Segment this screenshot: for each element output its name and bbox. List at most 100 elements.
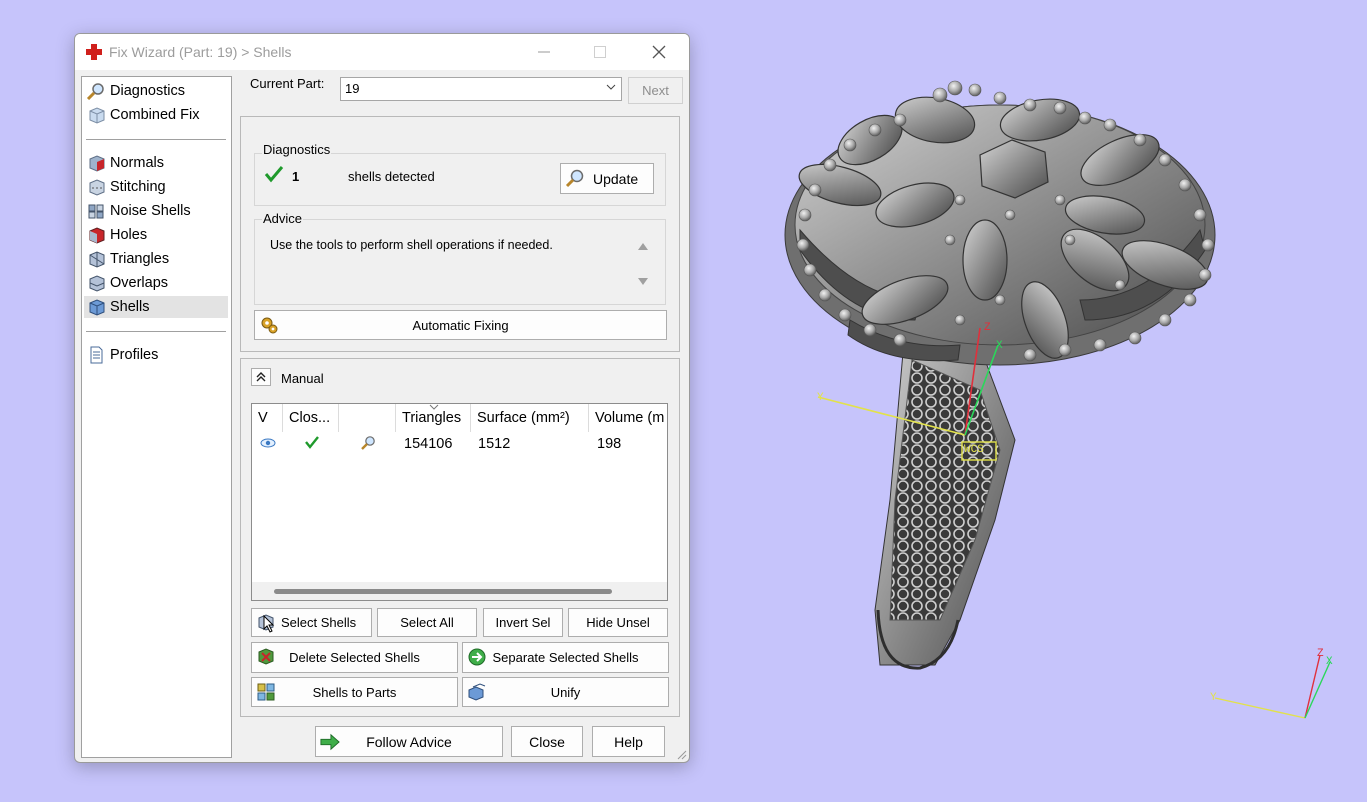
sidebar-item-label: Shells (110, 299, 150, 315)
sidebar-item-holes[interactable]: Holes (84, 224, 228, 246)
hide-unsel-button[interactable]: Hide Unsel (568, 608, 668, 637)
sidebar-item-label: Holes (110, 227, 148, 243)
document-icon (90, 346, 103, 364)
fix-wizard-cross-icon (86, 44, 102, 60)
window-title: Fix Wizard (Part: 19) > Shells (109, 44, 292, 60)
close-window-button[interactable] (636, 37, 682, 67)
close-icon (652, 45, 666, 59)
maximize-icon (594, 46, 606, 58)
sidebar-item-diagnostics[interactable]: Diagnostics (84, 80, 228, 102)
invert-sel-button[interactable]: Invert Sel (483, 608, 563, 637)
column-header-surface[interactable]: Surface (mm²) (471, 404, 589, 432)
column-header-v[interactable]: V (252, 404, 283, 432)
update-label: Update (593, 170, 639, 187)
axis-label-y: Y (817, 392, 824, 404)
minimize-button[interactable] (521, 37, 567, 67)
wizard-sidebar: Diagnostics Combined Fix Normals Stitchi… (81, 76, 232, 758)
sidebar-item-label: Noise Shells (110, 203, 191, 219)
mouse-cursor-icon (263, 615, 275, 633)
sidebar-item-label: Combined Fix (110, 107, 200, 123)
axis-label-x: X (996, 340, 1003, 352)
advice-textbox[interactable]: Use the tools to perform shell operation… (255, 235, 658, 295)
horizontal-scrollbar[interactable] (252, 582, 667, 600)
sidebar-item-label: Stitching (110, 179, 166, 195)
delete-shells-icon (258, 648, 274, 665)
advice-group-label: Advice (262, 211, 304, 226)
unify-button[interactable]: Unify (462, 677, 669, 707)
current-part-label: Current Part: (250, 76, 325, 91)
unify-label: Unify (550, 684, 581, 700)
diagnostics-group-label: Diagnostics (262, 142, 332, 157)
scrollbar-thumb[interactable] (274, 589, 612, 594)
unify-icon (468, 683, 486, 701)
triad-label-y: Y (1210, 692, 1217, 704)
collapse-manual-button[interactable] (251, 368, 271, 386)
select-all-button[interactable]: Select All (377, 608, 477, 637)
gears-icon (261, 317, 278, 334)
advice-text: Use the tools to perform shell operation… (270, 238, 553, 252)
help-button[interactable]: Help (592, 726, 665, 757)
sidebar-item-stitching[interactable]: Stitching (84, 176, 228, 198)
scroll-up-icon[interactable] (637, 241, 649, 251)
cell-volume: 198 (597, 436, 622, 452)
scroll-down-icon[interactable] (637, 277, 649, 287)
follow-advice-button[interactable]: Follow Advice (315, 726, 503, 757)
separate-selected-shells-button[interactable]: Separate Selected Shells (462, 642, 669, 673)
update-button[interactable]: Update (560, 163, 654, 194)
title-bar[interactable]: Fix Wizard (Part: 19) > Shells (75, 34, 689, 70)
next-button[interactable]: Next (628, 77, 683, 104)
magnifier-icon (565, 169, 584, 188)
sidebar-item-label: Diagnostics (110, 83, 185, 99)
select-shells-label: Select Shells (281, 615, 357, 630)
fix-wizard-window: Fix Wizard (Part: 19) > Shells Diagnosti… (74, 33, 690, 763)
noise-shells-icon (88, 204, 104, 219)
column-header-blank[interactable] (339, 404, 396, 432)
column-header-volume[interactable]: Volume (m (589, 404, 667, 432)
resize-grip-icon[interactable] (675, 748, 687, 760)
chevron-down-icon (606, 84, 616, 90)
current-part-select[interactable]: 19 (340, 77, 622, 101)
shells-to-parts-label: Shells to Parts (312, 684, 397, 700)
cell-surface: 1512 (478, 436, 511, 452)
column-header-closed[interactable]: Clos... (283, 404, 339, 432)
sidebar-item-label: Normals (110, 155, 164, 171)
sidebar-item-label: Overlaps (110, 275, 169, 291)
sidebar-item-combined-fix[interactable]: Combined Fix (84, 104, 228, 126)
delete-selected-shells-label: Delete Selected Shells (289, 650, 420, 665)
eye-icon[interactable] (260, 437, 276, 449)
sidebar-item-label: Profiles (110, 347, 159, 363)
axis-label-z: Z (984, 322, 991, 334)
stitching-cube-icon (89, 179, 105, 196)
shells-table[interactable]: V Clos... Triangles Surface (mm²) Volume… (251, 403, 668, 601)
sidebar-item-normals[interactable]: Normals (84, 152, 228, 174)
sidebar-item-profiles[interactable]: Profiles (84, 344, 228, 366)
sort-indicator-icon (429, 404, 439, 410)
normals-cube-icon (89, 155, 105, 172)
separate-shells-icon (468, 648, 486, 666)
shells-to-parts-icon (257, 683, 275, 701)
sidebar-item-triangles[interactable]: Triangles (84, 248, 228, 270)
shells-count: 1 (292, 169, 300, 184)
sidebar-item-noise-shells[interactable]: Noise Shells (84, 200, 228, 222)
delete-selected-shells-button[interactable]: Delete Selected Shells (251, 642, 458, 673)
current-part-value: 19 (345, 81, 360, 96)
triad-label-x: X (1326, 656, 1333, 668)
shells-to-parts-button[interactable]: Shells to Parts (251, 677, 458, 707)
separate-selected-shells-label: Separate Selected Shells (492, 650, 639, 665)
shells-detected-text: shells detected (348, 169, 435, 184)
magnifier-icon (86, 83, 104, 100)
automatic-fixing-label: Automatic Fixing (412, 317, 509, 333)
shells-cube-icon (89, 299, 105, 316)
manual-label: Manual (281, 371, 324, 386)
automatic-fixing-button[interactable]: Automatic Fixing (254, 310, 667, 340)
sidebar-item-shells[interactable]: Shells (84, 296, 228, 318)
magnifier-icon[interactable] (360, 435, 376, 451)
maximize-button[interactable] (577, 37, 623, 67)
column-header-label: Triangles (402, 410, 462, 426)
follow-advice-label: Follow Advice (366, 733, 452, 750)
triad-label-z: Z (1317, 648, 1324, 660)
arrow-right-icon (320, 733, 340, 751)
close-button[interactable]: Close (511, 726, 583, 757)
overlaps-cube-icon (89, 275, 105, 292)
sidebar-item-overlaps[interactable]: Overlaps (84, 272, 228, 294)
